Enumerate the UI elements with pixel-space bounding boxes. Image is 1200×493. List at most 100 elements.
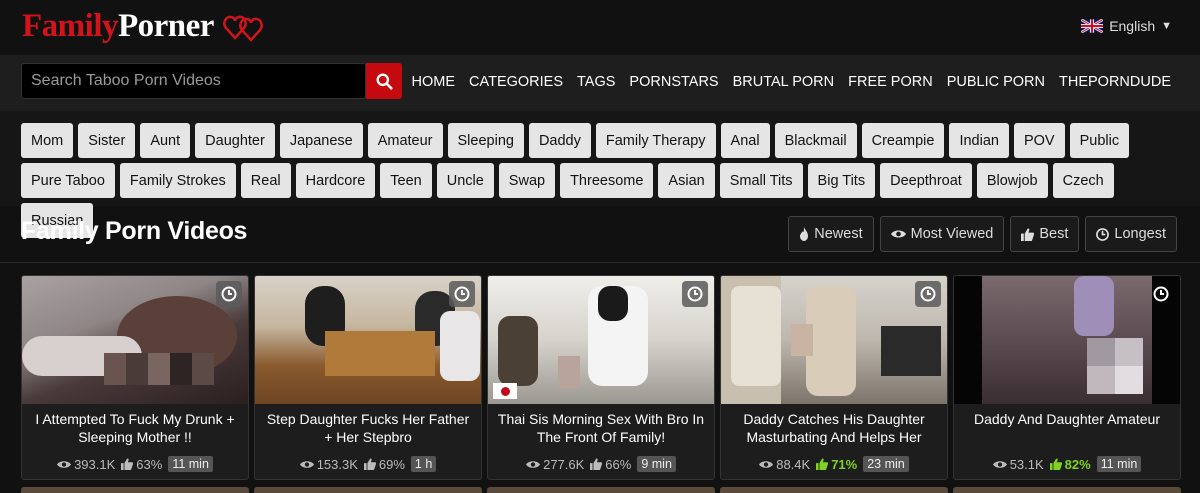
sort-options: Newest Most Viewed Best Longest <box>788 216 1177 252</box>
duration-badge: 23 min <box>863 456 909 472</box>
thumbs-up-icon <box>363 458 376 470</box>
video-card[interactable]: Thai Sis Morning Sex With Bro In The Fro… <box>487 275 715 480</box>
tag-amateur[interactable]: Amateur <box>367 123 443 158</box>
video-thumbnail[interactable] <box>954 276 1180 404</box>
sort-longest-label: Longest <box>1114 226 1166 242</box>
video-title[interactable]: Daddy Catches His Daughter Masturbating … <box>721 410 947 454</box>
tag-threesome[interactable]: Threesome <box>560 163 654 198</box>
clock-icon <box>687 286 703 302</box>
tag-family-therapy[interactable]: Family Therapy <box>595 123 716 158</box>
tag-deepthroat[interactable]: Deepthroat <box>880 163 972 198</box>
thumbs-up-icon <box>816 458 829 470</box>
tag-family-strokes[interactable]: Family Strokes <box>119 163 236 198</box>
video-stats: 88.4K 71% 23 min <box>721 456 947 472</box>
tag-blackmail[interactable]: Blackmail <box>774 123 857 158</box>
censor-blur <box>558 356 580 388</box>
duration-badge: 11 min <box>1096 456 1142 472</box>
video-card-partial[interactable] <box>720 487 948 493</box>
tag-hardcore[interactable]: Hardcore <box>295 163 376 198</box>
tag-aunt[interactable]: Aunt <box>140 123 191 158</box>
video-thumbnail[interactable] <box>22 276 248 404</box>
search-button[interactable] <box>366 63 402 99</box>
video-thumbnail[interactable] <box>488 276 714 404</box>
thumbs-up-icon <box>590 458 603 470</box>
censor-blur <box>1087 338 1143 394</box>
tag-anal[interactable]: Anal <box>720 123 770 158</box>
sort-newest-button[interactable]: Newest <box>788 216 874 252</box>
video-title[interactable]: Step Daughter Fucks Her Father + Her Ste… <box>255 410 481 454</box>
nav-theporndude[interactable]: THEPORNDUDE <box>1059 74 1171 90</box>
thumbs-up-icon <box>1021 228 1035 241</box>
sort-best-button[interactable]: Best <box>1010 216 1080 252</box>
nav-categories[interactable]: CATEGORIES <box>469 74 563 90</box>
video-title[interactable]: Daddy And Daughter Amateur <box>954 410 1180 454</box>
video-card-partial[interactable] <box>254 487 482 493</box>
tag-mom[interactable]: Mom <box>21 123 74 158</box>
watch-later-button[interactable] <box>216 281 242 307</box>
tag-sleeping[interactable]: Sleeping <box>447 123 524 158</box>
tag-daddy[interactable]: Daddy <box>528 123 591 158</box>
chevron-down-icon: ▼ <box>1161 20 1172 32</box>
sort-most-viewed-label: Most Viewed <box>910 226 994 242</box>
watch-later-button[interactable] <box>915 281 941 307</box>
video-title[interactable]: Thai Sis Morning Sex With Bro In The Fro… <box>488 410 714 454</box>
video-thumbnail[interactable] <box>721 276 947 404</box>
sort-newest-label: Newest <box>814 226 863 242</box>
tag-big-tits[interactable]: Big Tits <box>807 163 876 198</box>
tag-pov[interactable]: POV <box>1013 123 1065 158</box>
nav-bar: HOME CATEGORIES TAGS PORNSTARS BRUTAL PO… <box>0 55 1200 111</box>
tag-daughter[interactable]: Daughter <box>195 123 275 158</box>
logo-text-part2: Porner <box>117 8 214 44</box>
duration-badge: 11 min <box>168 456 213 472</box>
site-logo[interactable]: FamilyPorner <box>22 8 267 45</box>
rating: 69% <box>378 456 405 472</box>
divider <box>0 262 1200 263</box>
tag-pure-taboo[interactable]: Pure Taboo <box>21 163 115 198</box>
video-card[interactable]: Daddy Catches His Daughter Masturbating … <box>720 275 948 480</box>
tag-sister[interactable]: Sister <box>78 123 136 158</box>
tag-real[interactable]: Real <box>240 163 291 198</box>
tag-japanese[interactable]: Japanese <box>279 123 363 158</box>
tag-uncle[interactable]: Uncle <box>436 163 494 198</box>
tag-czech[interactable]: Czech <box>1052 163 1114 198</box>
nav-home[interactable]: HOME <box>412 74 456 90</box>
tag-blowjob[interactable]: Blowjob <box>976 163 1048 198</box>
tag-creampie[interactable]: Creampie <box>861 123 945 158</box>
sort-longest-button[interactable]: Longest <box>1085 216 1177 252</box>
rating: 82% <box>1064 456 1091 472</box>
watch-later-button[interactable] <box>1148 281 1174 307</box>
video-card[interactable]: Daddy And Daughter Amateur 53.1K 82% 11 … <box>953 275 1181 480</box>
search-input[interactable] <box>21 63 366 99</box>
video-thumbnail[interactable] <box>255 276 481 404</box>
logo-text-part1: Family <box>22 8 118 44</box>
tag-asian[interactable]: Asian <box>658 163 715 198</box>
tag-cloud: Mom Sister Aunt Daughter Japanese Amateu… <box>0 111 1200 238</box>
nav-brutal-porn[interactable]: BRUTAL PORN <box>733 74 835 90</box>
language-label: English <box>1109 18 1156 34</box>
video-card[interactable]: I Attempted To Fuck My Drunk + Sleeping … <box>21 275 249 480</box>
tag-public[interactable]: Public <box>1069 123 1130 158</box>
video-card-partial[interactable] <box>21 487 249 493</box>
video-card[interactable]: Step Daughter Fucks Her Father + Her Ste… <box>254 275 482 480</box>
thumbs-up-icon <box>121 458 134 470</box>
video-grid: I Attempted To Fuck My Drunk + Sleeping … <box>21 275 1181 480</box>
nav-tags[interactable]: TAGS <box>577 74 615 90</box>
video-title[interactable]: I Attempted To Fuck My Drunk + Sleeping … <box>22 410 248 454</box>
tag-teen[interactable]: Teen <box>380 163 432 198</box>
video-card-partial[interactable] <box>487 487 715 493</box>
nav-pornstars[interactable]: PORNSTARS <box>629 74 718 90</box>
watch-later-button[interactable] <box>449 281 475 307</box>
tag-indian[interactable]: Indian <box>949 123 1009 158</box>
nav-free-porn[interactable]: FREE PORN <box>848 74 933 90</box>
eye-icon <box>526 460 541 468</box>
sort-most-viewed-button[interactable]: Most Viewed <box>879 216 1005 252</box>
language-selector[interactable]: English ▼ <box>1081 18 1172 34</box>
tag-small-tits[interactable]: Small Tits <box>719 163 803 198</box>
view-count: 53.1K <box>1009 456 1044 472</box>
duration-badge: 1 h <box>410 456 437 472</box>
nav-public-porn[interactable]: PUBLIC PORN <box>947 74 1045 90</box>
clock-icon <box>454 286 470 302</box>
tag-swap[interactable]: Swap <box>498 163 556 198</box>
watch-later-button[interactable] <box>682 281 708 307</box>
video-card-partial[interactable] <box>953 487 1181 493</box>
